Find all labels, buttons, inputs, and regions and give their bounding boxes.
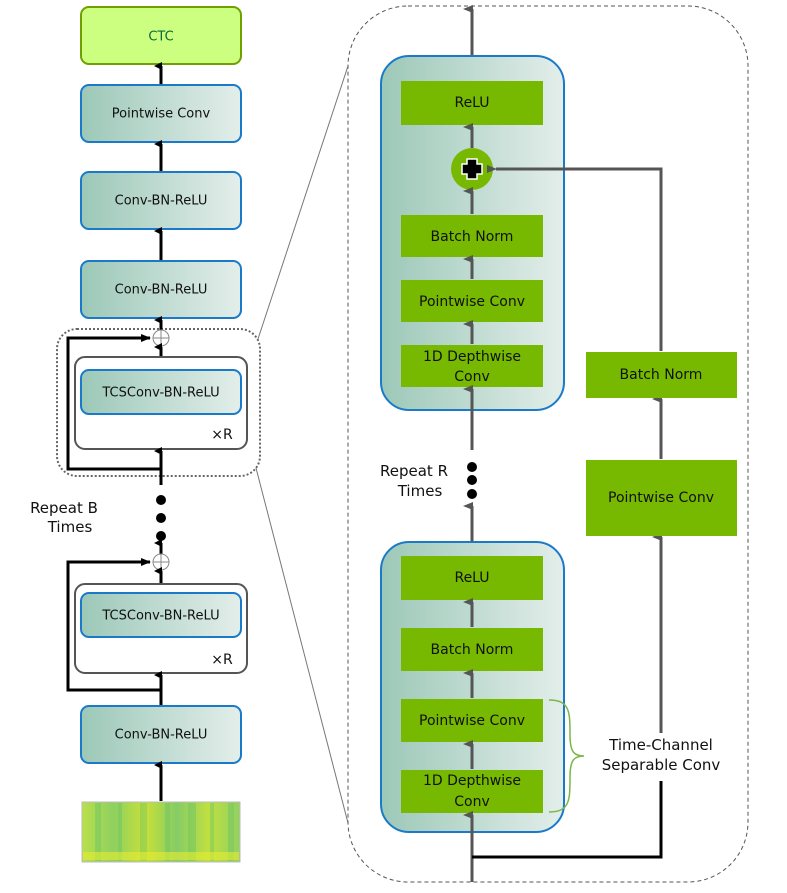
batch-norm-label: Batch Norm bbox=[431, 642, 514, 658]
pointwise-conv-block: Pointwise Conv bbox=[80, 84, 242, 143]
ctc-block: CTC bbox=[80, 6, 242, 65]
repeat-r-label-line2: Times bbox=[397, 482, 443, 500]
residual-batch-norm-block: Batch Norm bbox=[586, 352, 737, 398]
quartznet-diagram: CTC Pointwise Conv Conv-BN-ReLU Conv-BN-… bbox=[30, 5, 749, 883]
conv-bn-relu-label: Conv-BN-ReLU bbox=[115, 194, 208, 209]
conv-bn-relu-label: Conv-BN-ReLU bbox=[115, 728, 208, 743]
residual-batch-norm-label: Batch Norm bbox=[620, 367, 703, 383]
conv-bn-relu-label: Conv-BN-ReLU bbox=[115, 283, 208, 298]
conv-bn-relu-block-top1: Conv-BN-ReLU bbox=[80, 171, 242, 230]
relu-label: ReLU bbox=[454, 570, 489, 586]
relu-label: ReLU bbox=[454, 95, 489, 111]
tcsconv-label: TCSConv-BN-ReLU bbox=[101, 609, 219, 624]
batch-norm-label: Batch Norm bbox=[431, 229, 514, 245]
residual-pointwise-conv-block: Pointwise Conv bbox=[586, 460, 737, 536]
tcsconv-label: TCSConv-BN-ReLU bbox=[101, 386, 219, 401]
tcs-label-line2: Separable Conv bbox=[602, 756, 721, 774]
residual-pointwise-conv-label: Pointwise Conv bbox=[608, 490, 714, 506]
ellipsis-dots bbox=[467, 462, 477, 499]
pointwise-conv-label: Pointwise Conv bbox=[112, 107, 211, 122]
lower-tcs-block: ReLU Batch Norm Pointwise Conv 1D Depthw… bbox=[380, 541, 565, 833]
b-block-1: TCSConv-BN-ReLU ×R bbox=[66, 316, 248, 485]
depthwise-label-line2: Conv bbox=[454, 369, 490, 385]
conv-bn-relu-block-top2: Conv-BN-ReLU bbox=[80, 260, 242, 319]
ellipsis-dots bbox=[156, 495, 166, 541]
spectrogram-image bbox=[81, 801, 241, 863]
conv-bn-relu-block-bottom: Conv-BN-ReLU bbox=[80, 705, 242, 764]
upper-tcs-block: ReLU Batch Norm Pointwise Conv 1D Depthw… bbox=[380, 55, 565, 411]
zoom-connector-bottom bbox=[255, 467, 349, 824]
ctc-label: CTC bbox=[148, 30, 173, 45]
pointwise-conv-label: Pointwise Conv bbox=[419, 713, 525, 729]
b-block-2: TCSConv-BN-ReLU ×R bbox=[66, 539, 248, 705]
pointwise-conv-label: Pointwise Conv bbox=[419, 294, 525, 310]
repeat-r-multiplier: ×R bbox=[211, 652, 233, 668]
repeat-b-label-line2: Times bbox=[47, 518, 93, 536]
repeat-b-label-line1: Repeat B bbox=[30, 499, 98, 517]
tcs-label-line1: Time-Channel bbox=[608, 736, 713, 754]
depthwise-label-line2: Conv bbox=[454, 794, 490, 810]
depthwise-label-line1: 1D Depthwise bbox=[423, 349, 521, 365]
repeat-r-label-line1: Repeat R bbox=[380, 462, 448, 480]
zoom-connector-top bbox=[257, 65, 349, 340]
depthwise-label-line1: 1D Depthwise bbox=[423, 773, 521, 789]
repeat-r-multiplier: ×R bbox=[211, 427, 233, 443]
